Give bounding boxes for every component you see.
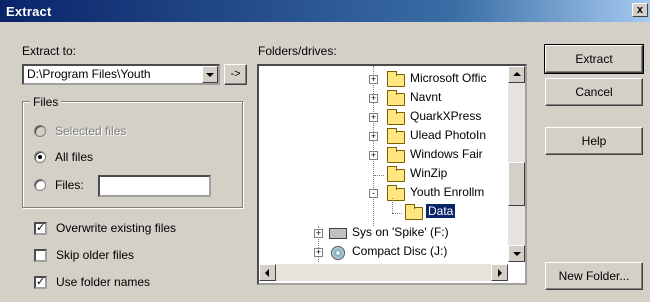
tree-item-navnt[interactable]: + Navnt <box>259 90 509 108</box>
cd-drive-icon <box>331 246 345 260</box>
tree-item-label: Microsoft Offic <box>410 71 487 85</box>
extract-to-label: Extract to: <box>22 44 77 58</box>
tree-item-quarkxpress[interactable]: + QuarkXPress <box>259 109 509 127</box>
tree-item-microsoft-office[interactable]: + Microsoft Offic <box>259 71 509 89</box>
vertical-scrollbar[interactable] <box>508 66 525 262</box>
skip-older-checkbox[interactable] <box>34 249 47 262</box>
horizontal-scrollbar[interactable] <box>259 264 508 281</box>
cancel-button[interactable]: Cancel <box>545 78 643 106</box>
tree-item-ulead-photoimpact[interactable]: + Ulead PhotoIn <box>259 128 509 146</box>
chevron-down-icon[interactable] <box>202 66 218 83</box>
extract-to-combobox[interactable]: D:\Program Files\Youth <box>22 64 220 85</box>
title-bar: Extract x <box>0 0 650 22</box>
expand-icon[interactable]: + <box>314 229 323 238</box>
expand-icon[interactable]: + <box>369 75 378 84</box>
tree-item-label: Navnt <box>410 90 442 104</box>
tree-item-label: Youth Enrollm <box>410 185 485 199</box>
folder-icon <box>387 109 405 125</box>
browse-button[interactable]: -> <box>224 64 247 85</box>
all-files-label[interactable]: All files <box>55 150 93 164</box>
tree-item-label: QuarkXPress <box>410 109 482 123</box>
vertical-scroll-thumb[interactable] <box>508 162 525 206</box>
new-folder-button[interactable]: New Folder... <box>545 262 643 290</box>
files-radio[interactable] <box>34 179 46 191</box>
folder-icon <box>387 147 405 163</box>
overwrite-label[interactable]: Overwrite existing files <box>56 221 176 235</box>
tree-item-data[interactable]: Data <box>259 198 509 222</box>
expand-icon[interactable]: + <box>369 94 378 103</box>
network-drive-icon <box>329 228 347 239</box>
expand-icon[interactable]: + <box>369 132 378 141</box>
close-button[interactable]: x <box>632 3 648 17</box>
folders-drives-label: Folders/drives: <box>258 44 337 58</box>
tree-item-compact-disc[interactable]: + Compact Disc (J:) <box>259 244 509 262</box>
tree-item-label: Windows Fair <box>410 147 483 161</box>
extract-to-path: D:\Program Files\Youth <box>27 67 151 81</box>
folder-open-icon <box>405 204 423 220</box>
folder-icon <box>387 71 405 87</box>
folder-icon <box>387 90 405 106</box>
all-files-radio[interactable] <box>34 151 46 163</box>
scroll-up-icon[interactable] <box>508 66 525 83</box>
files-label[interactable]: Files: <box>55 178 84 192</box>
expand-icon[interactable]: + <box>314 248 323 257</box>
tree-item-label: Compact Disc (J:) <box>352 244 448 258</box>
scroll-left-icon[interactable] <box>259 264 276 281</box>
selected-files-label: Selected files <box>55 124 127 138</box>
tree-item-winzip[interactable]: WinZip <box>259 166 509 184</box>
tree-item-youth-enrollment[interactable]: - Youth Enrollm <box>259 185 509 203</box>
scroll-right-icon[interactable] <box>491 264 508 281</box>
use-folder-names-checkbox[interactable]: ✓ <box>34 276 47 289</box>
tree-item-label: Sys on 'Spike' (F:) <box>352 225 449 239</box>
tree-line <box>392 213 402 214</box>
scroll-down-icon[interactable] <box>508 245 525 262</box>
files-pattern-input[interactable] <box>98 175 211 197</box>
tree-item-label: WinZip <box>410 166 448 180</box>
tree-item-label: Ulead PhotoIn <box>410 128 487 142</box>
window-title: Extract <box>6 4 52 19</box>
selected-files-radio <box>34 125 46 137</box>
tree-item-sys-on-spike[interactable]: + Sys on 'Spike' (F:) <box>259 225 509 243</box>
folder-open-icon <box>387 185 405 201</box>
overwrite-checkbox[interactable]: ✓ <box>34 222 47 235</box>
tree-item-label: Data <box>426 204 456 218</box>
use-folder-names-label[interactable]: Use folder names <box>56 275 150 289</box>
expand-icon[interactable]: + <box>369 113 378 122</box>
tree-line <box>374 175 384 176</box>
folder-tree[interactable]: + Microsoft Offic + Navnt + QuarkXPress … <box>257 64 527 285</box>
extract-button[interactable]: Extract <box>544 44 644 74</box>
skip-older-label[interactable]: Skip older files <box>56 248 134 262</box>
help-button[interactable]: Help <box>545 127 643 155</box>
tree-line <box>392 198 393 213</box>
folder-icon <box>387 166 405 182</box>
tree-item-windows-fair[interactable]: + Windows Fair <box>259 147 509 165</box>
folder-icon <box>387 128 405 144</box>
collapse-icon[interactable]: - <box>369 189 378 198</box>
expand-icon[interactable]: + <box>369 151 378 160</box>
files-group-legend: Files <box>30 95 62 109</box>
